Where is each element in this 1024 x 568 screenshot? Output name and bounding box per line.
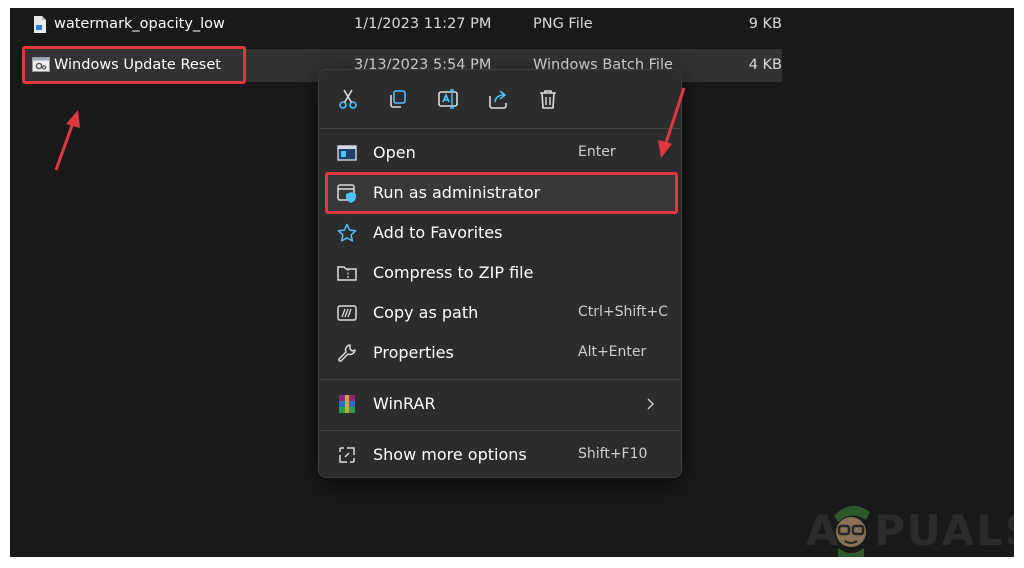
arrow-to-menu-item <box>658 87 686 158</box>
arrow-to-file <box>54 110 80 171</box>
annotation-arrows <box>54 87 686 171</box>
